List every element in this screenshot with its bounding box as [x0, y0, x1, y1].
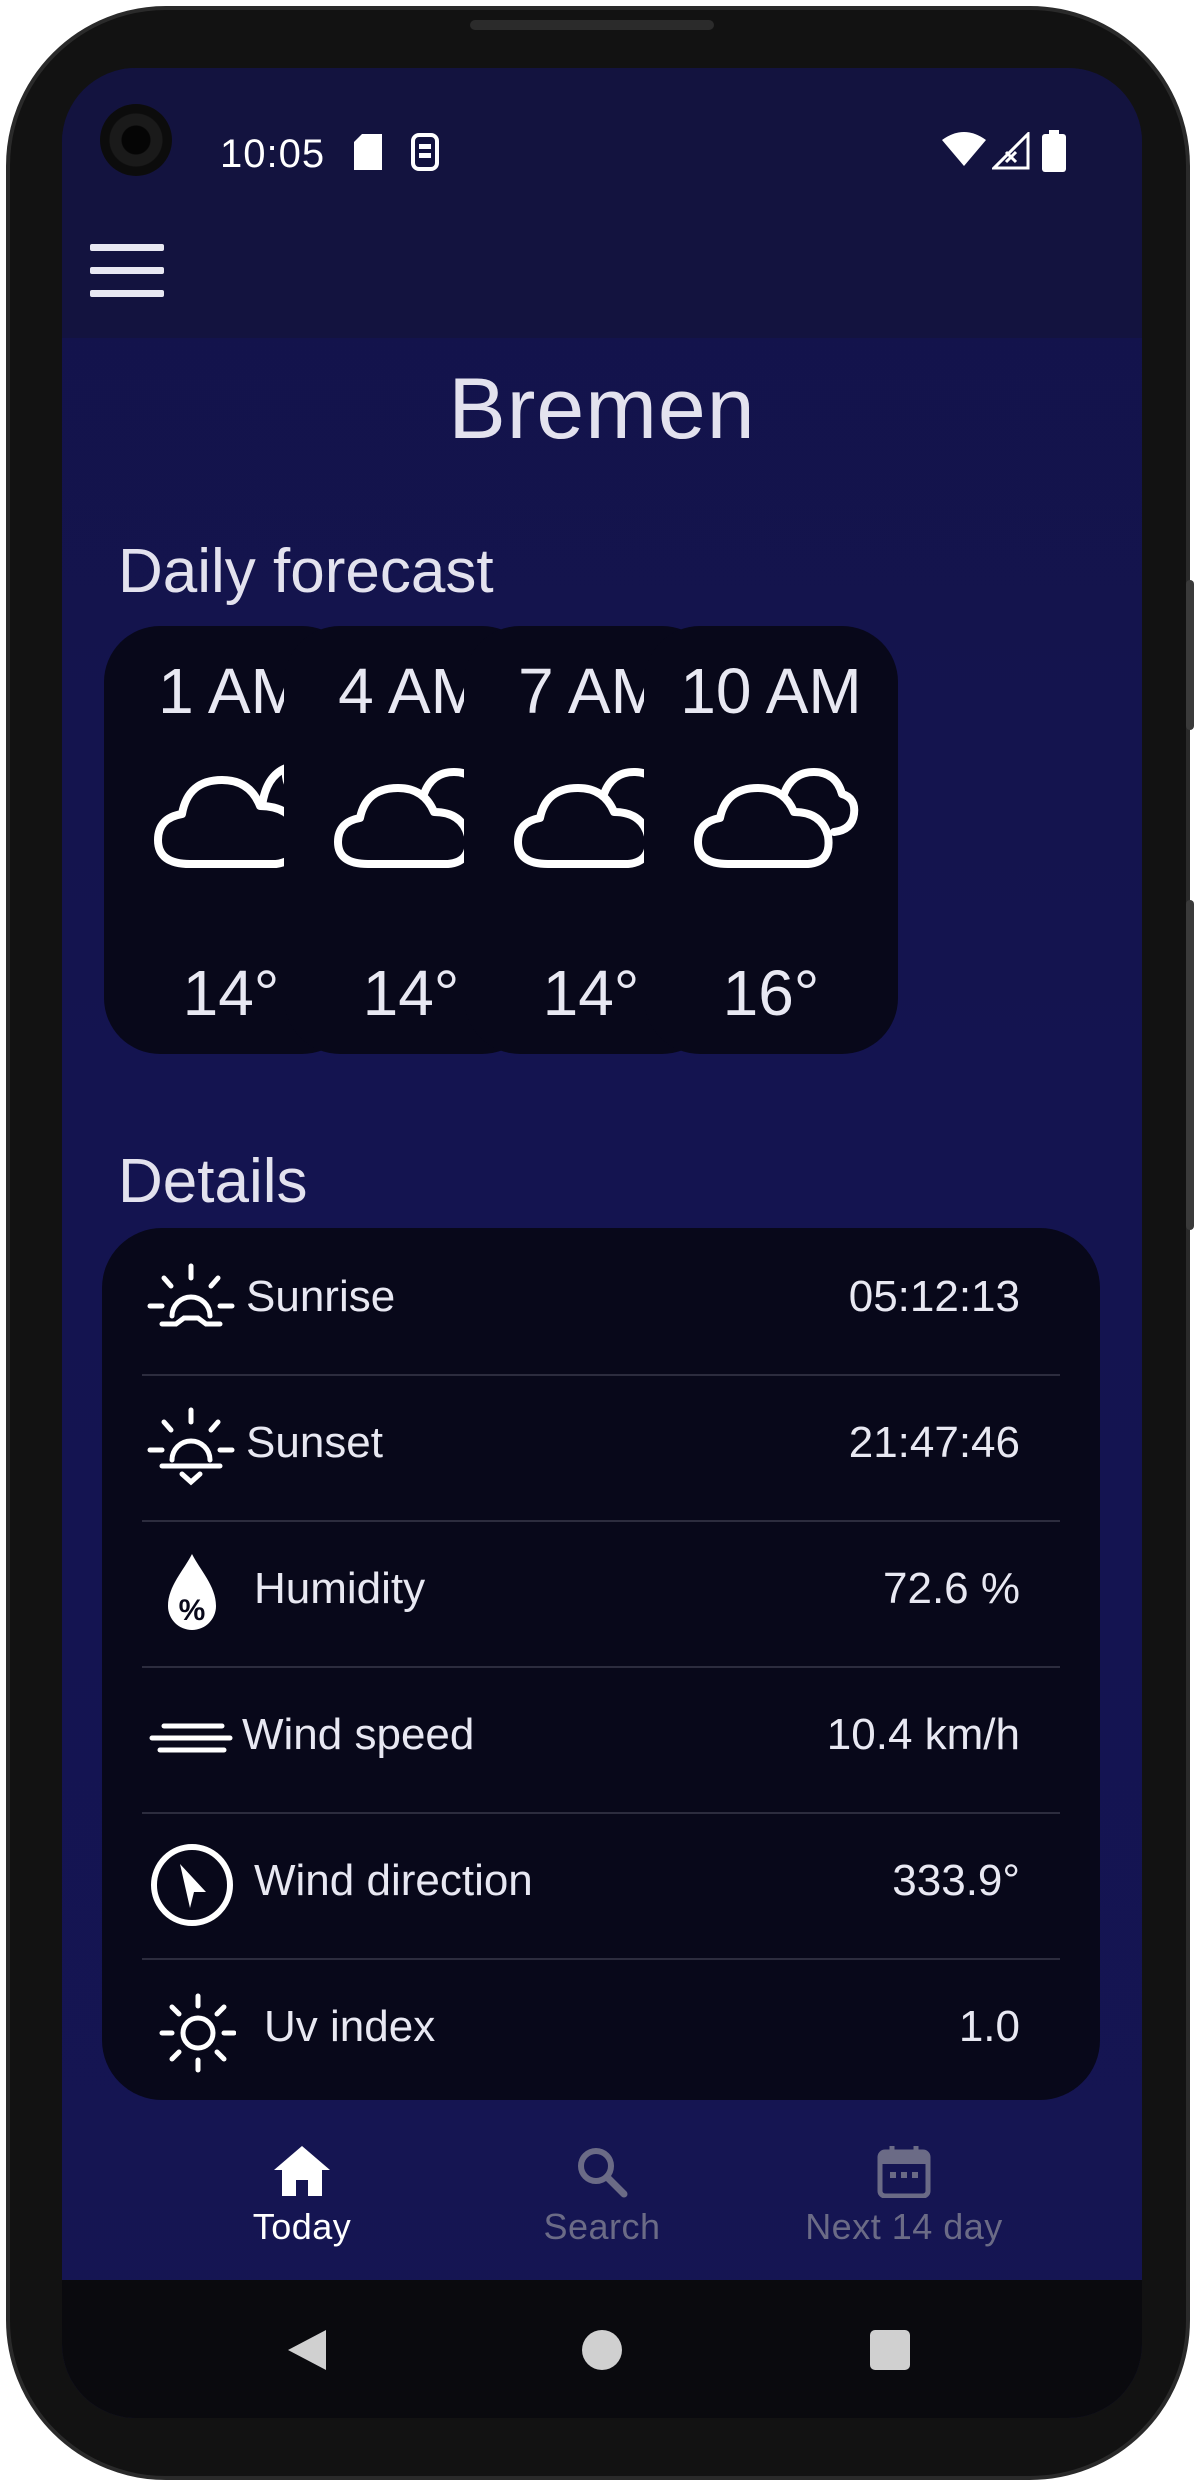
- detail-row-sunset: Sunset 21:47:46: [142, 1374, 1060, 1520]
- detail-row-humidity: % Humidity 72.6 %: [142, 1520, 1060, 1666]
- hamburger-menu-icon[interactable]: [90, 244, 164, 298]
- nav-today[interactable]: Today: [152, 2144, 452, 2264]
- detail-value: 1.0: [958, 2002, 1020, 2051]
- svg-text:%: %: [179, 1594, 206, 1627]
- app-screen: 10:05 Bremen Daily forecast 1 AM 14° 4 A…: [62, 68, 1142, 2418]
- nav-today-label: Today: [252, 2206, 352, 2247]
- nav-next-14-day-label: Next 14 day: [805, 2206, 1003, 2247]
- search-icon: [578, 2148, 628, 2198]
- forecast-title: Daily forecast: [118, 537, 494, 606]
- forecast-temp: 16°: [722, 957, 820, 1029]
- sd-card-icon: [354, 134, 382, 170]
- detail-label: Sunset: [246, 1418, 383, 1467]
- wind-direction-icon: [151, 1844, 233, 1926]
- nav-search[interactable]: Search: [452, 2144, 752, 2264]
- clouds-icon: [694, 768, 859, 868]
- detail-value: 05:12:13: [848, 1272, 1020, 1321]
- forecast-hour: 10 AM: [680, 655, 862, 727]
- uv-index-icon: [159, 1993, 236, 2073]
- back-icon[interactable]: [284, 2326, 330, 2374]
- detail-label: Wind speed: [242, 1710, 475, 1759]
- detail-row-sunrise: Sunrise 05:12:13: [142, 1228, 1060, 1374]
- detail-row-uv-index: Uv index 1.0: [142, 1958, 1060, 2104]
- power-button: [1186, 900, 1194, 1230]
- wifi-icon: [942, 132, 986, 166]
- humidity-icon: %: [168, 1554, 216, 1630]
- sim-icon: [411, 133, 439, 171]
- detail-value: 333.9°: [892, 1856, 1020, 1905]
- detail-label: Wind direction: [254, 1856, 533, 1905]
- system-navigation-bar: [62, 2280, 1142, 2418]
- detail-row-wind-speed: Wind speed 10.4 km/h: [142, 1666, 1060, 1812]
- detail-value: 21:47:46: [848, 1418, 1020, 1467]
- top-app-bar: [62, 68, 1142, 338]
- details-card: Sunrise 05:12:13 Sunset 21:47:46 % Humid…: [102, 1228, 1100, 2100]
- sunset-icon: [147, 1407, 235, 1486]
- home-icon: [274, 2146, 330, 2196]
- detail-label: Humidity: [254, 1564, 426, 1613]
- front-camera: [100, 104, 172, 176]
- status-time: 10:05: [220, 132, 326, 176]
- cellular-signal-icon: [992, 132, 1030, 170]
- wind-speed-icon: [149, 1723, 233, 1753]
- detail-label: Sunrise: [246, 1272, 396, 1321]
- city-name: Bremen: [448, 361, 756, 457]
- battery-icon: [1042, 130, 1066, 172]
- earpiece-speaker: [470, 20, 714, 30]
- sunrise-icon: [147, 1263, 235, 1327]
- home-circle-icon[interactable]: [580, 2328, 624, 2372]
- detail-row-wind-direction: Wind direction 333.9°: [142, 1812, 1060, 1958]
- recents-icon[interactable]: [870, 2330, 910, 2370]
- details-title: Details: [118, 1147, 308, 1216]
- calendar-icon: [877, 2146, 931, 2198]
- forecast-card[interactable]: 10 AM 16°: [644, 626, 898, 1054]
- nav-search-label: Search: [543, 2206, 661, 2247]
- volume-button: [1186, 580, 1194, 730]
- detail-value: 10.4 km/h: [826, 1710, 1020, 1759]
- detail-label: Uv index: [264, 2002, 436, 2051]
- detail-value: 72.6 %: [883, 1564, 1020, 1613]
- nav-next-14-day[interactable]: Next 14 day: [754, 2144, 1054, 2264]
